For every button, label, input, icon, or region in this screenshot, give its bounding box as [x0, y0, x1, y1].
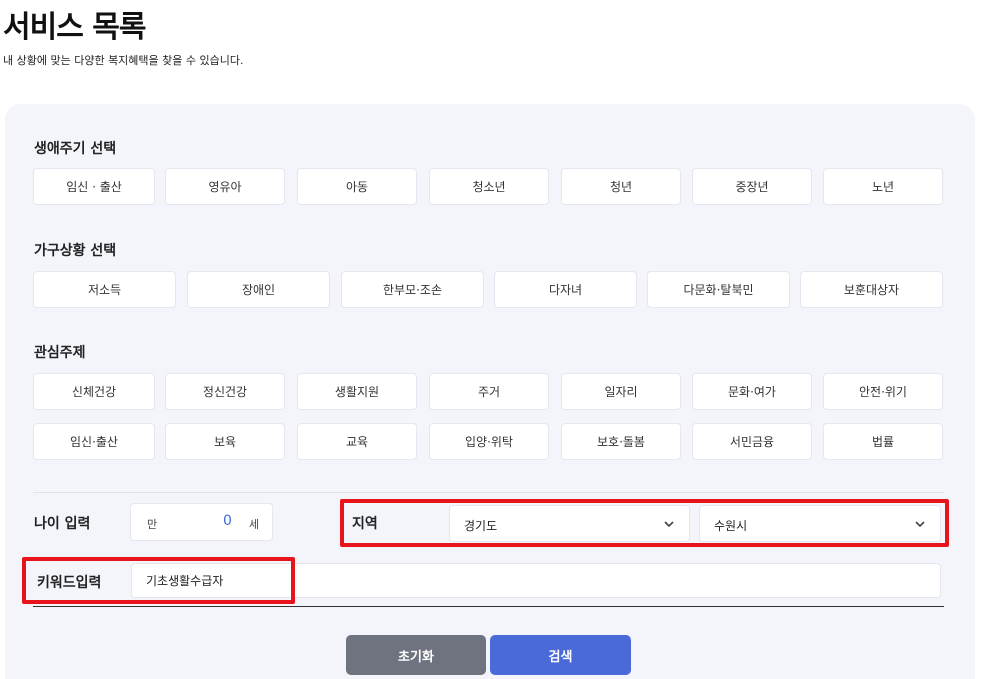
- page-subtitle: 내 상황에 맞는 다양한 복지혜택을 찾을 수 있습니다.: [3, 54, 244, 67]
- lifecycle-chip[interactable]: 중장년: [692, 168, 812, 205]
- lifecycle-chip[interactable]: 임신 · 출산: [33, 168, 155, 205]
- interest-chip[interactable]: 교육: [297, 423, 417, 460]
- household-chip[interactable]: 한부모·조손: [341, 271, 484, 308]
- page-title: 서비스 목록: [3, 10, 146, 45]
- interest-chip[interactable]: 신체건강: [33, 373, 155, 410]
- household-chip[interactable]: 다자녀: [494, 271, 637, 308]
- interest-chip[interactable]: 정신건강: [165, 373, 285, 410]
- keyword-underline: [33, 606, 944, 607]
- interest-chip[interactable]: 보육: [165, 423, 285, 460]
- household-chip[interactable]: 장애인: [187, 271, 330, 308]
- chevron-down-icon: [915, 521, 925, 528]
- interest-chip[interactable]: 안전·위기: [823, 373, 943, 410]
- lifecycle-chip[interactable]: 청소년: [429, 168, 549, 205]
- lifecycle-chip[interactable]: 노년: [823, 168, 943, 205]
- interest-title: 관심주제: [34, 345, 86, 361]
- region-label: 지역: [352, 516, 378, 532]
- interest-chip[interactable]: 서민금융: [692, 423, 812, 460]
- lifecycle-chip[interactable]: 아동: [297, 168, 417, 205]
- chevron-down-icon: [664, 521, 674, 528]
- age-input[interactable]: 만 0 세: [130, 503, 273, 541]
- interest-chip[interactable]: 문화·여가: [692, 373, 812, 410]
- keyword-input[interactable]: [131, 563, 941, 598]
- reset-button[interactable]: 초기화: [346, 635, 486, 675]
- interest-chip[interactable]: 생활지원: [297, 373, 417, 410]
- household-title: 가구상황 선택: [34, 243, 117, 259]
- city-select-value: 수원시: [714, 519, 748, 533]
- age-prefix: 만: [147, 518, 158, 531]
- lifecycle-chip[interactable]: 청년: [561, 168, 681, 205]
- interest-chip[interactable]: 법률: [823, 423, 943, 460]
- interest-chip[interactable]: 입양·위탁: [429, 423, 549, 460]
- age-value: 0: [223, 513, 232, 529]
- keyword-label: 키워드입력: [37, 575, 102, 591]
- interest-chip[interactable]: 임신·출산: [33, 423, 155, 460]
- interest-chip[interactable]: 주거: [429, 373, 549, 410]
- interest-chip[interactable]: 일자리: [561, 373, 681, 410]
- interest-chip[interactable]: 보호·돌봄: [561, 423, 681, 460]
- search-button[interactable]: 검색: [490, 635, 631, 675]
- lifecycle-title: 생애주기 선택: [34, 141, 117, 157]
- city-select[interactable]: 수원시: [699, 505, 941, 542]
- age-suffix: 세: [249, 518, 260, 531]
- section-divider: [33, 492, 944, 493]
- age-label: 나이 입력: [34, 516, 91, 532]
- province-select-value: 경기도: [464, 519, 498, 533]
- household-chip[interactable]: 보훈대상자: [800, 271, 943, 308]
- household-chip[interactable]: 저소득: [33, 271, 176, 308]
- province-select[interactable]: 경기도: [449, 505, 690, 542]
- household-chip[interactable]: 다문화·탈북민: [647, 271, 790, 308]
- lifecycle-chip[interactable]: 영유아: [165, 168, 285, 205]
